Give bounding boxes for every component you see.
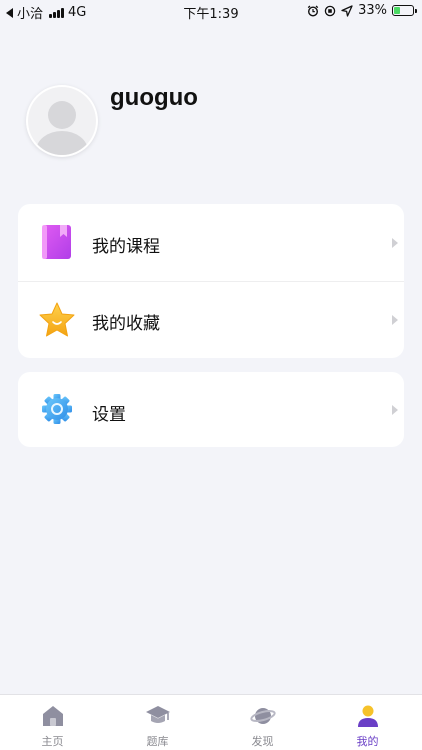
tab-mine[interactable]: 我的 [315,695,420,750]
battery-fill [394,7,400,14]
menu-item-label: 我的收藏 [92,314,160,334]
chevron-right-icon [392,238,398,248]
tab-label: 我的 [356,735,379,748]
settings-card: 设置 [18,372,404,447]
chevron-right-icon [392,315,398,325]
tab-label: 发现 [251,735,274,748]
menu-item-settings[interactable]: 设置 [18,372,404,447]
menu-item-label: 我的课程 [92,237,160,257]
alarm-icon [307,5,319,17]
menu-item-my-favorites[interactable]: 我的收藏 [18,281,404,358]
battery-percent: 33% [358,3,387,18]
tab-bar: 主页 题库 发现 我的 [0,694,422,750]
home-icon [43,706,63,726]
course-book-icon [42,225,71,259]
menu-item-label: 设置 [92,405,126,425]
menu-card: 我的课程 我的收藏 [18,204,404,358]
status-bar: 小洽 4G 下午1:39 33% [0,0,422,22]
graduation-cap-icon [146,706,170,723]
star-icon [39,302,75,337]
tab-home[interactable]: 主页 [0,695,105,750]
username: guoguo [110,84,198,111]
planet-icon [250,708,276,724]
location-icon [341,4,353,17]
default-avatar-icon [28,87,96,155]
orientation-lock-icon [324,5,336,16]
tab-discover[interactable]: 发现 [210,695,315,750]
menu-item-my-courses[interactable]: 我的课程 [18,204,404,281]
user-icon [358,705,378,727]
status-bar-right: 33% [307,3,417,18]
gear-icon [42,394,72,424]
tab-label: 题库 [146,735,169,748]
tab-question-bank[interactable]: 题库 [105,695,210,750]
chevron-right-icon [392,405,398,415]
battery-icon [392,5,417,16]
avatar[interactable] [26,85,98,157]
tab-label: 主页 [41,735,64,748]
